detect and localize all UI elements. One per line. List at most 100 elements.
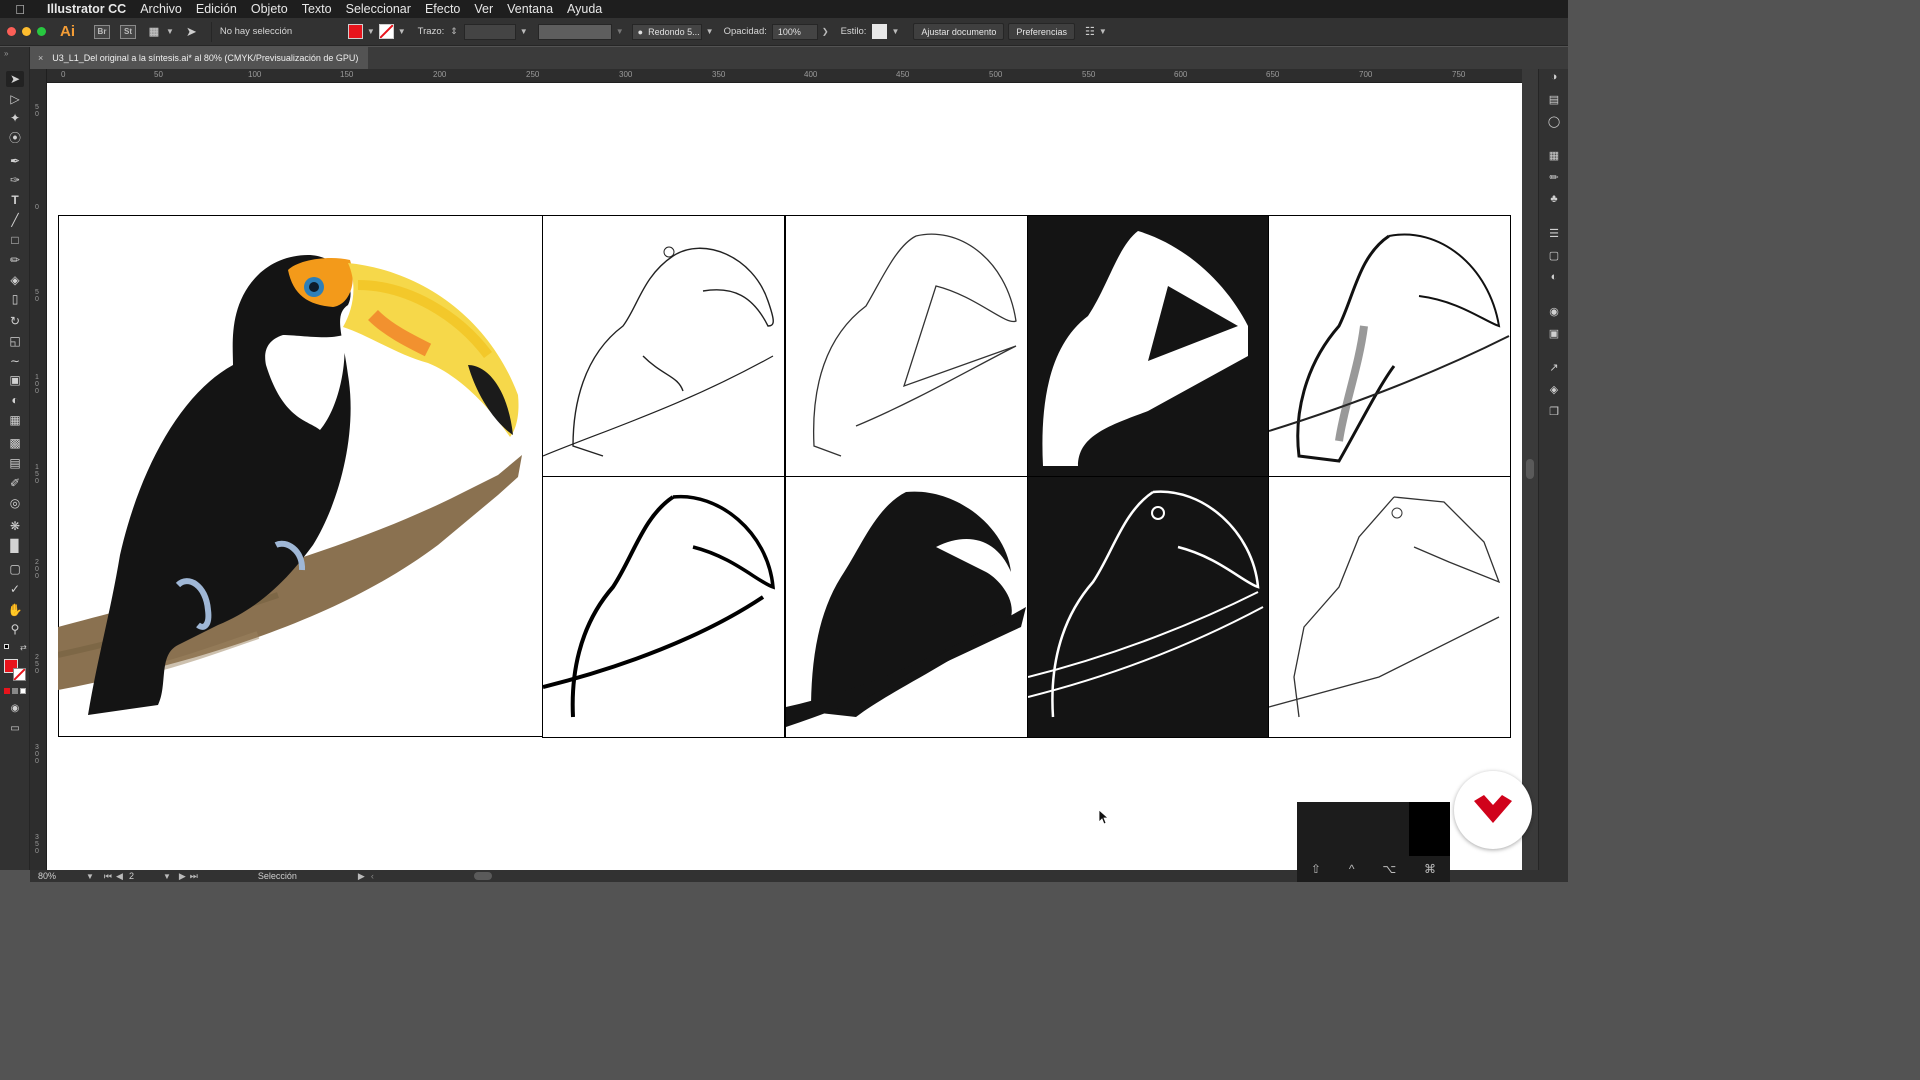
thumbnail-geometric-lines[interactable]	[1268, 476, 1511, 738]
fill-swatch[interactable]	[347, 24, 363, 39]
toucan-painting[interactable]	[58, 215, 543, 737]
stroke-stepper-icon[interactable]: ⇕	[450, 26, 458, 37]
zoom-tool-icon[interactable]: ⚲	[6, 621, 24, 637]
minimize-window-button[interactable]	[22, 27, 31, 36]
hand-tool-icon[interactable]: ✋	[6, 602, 24, 618]
zoom-chevron-icon[interactable]: ▼	[86, 872, 94, 881]
stock-button[interactable]: St	[120, 24, 136, 39]
rectangle-tool-icon[interactable]: □	[6, 232, 24, 248]
perspective-grid-tool-icon[interactable]: ▦	[6, 412, 24, 428]
collapse-panel-icon[interactable]: »	[4, 49, 8, 58]
lasso-tool-icon[interactable]: ⦿	[6, 130, 24, 146]
align-options-icon[interactable]: ☷	[1085, 25, 1095, 38]
scroll-left-icon[interactable]: ‹	[371, 871, 374, 881]
brush-chevron-icon[interactable]: ▼	[706, 27, 714, 36]
column-graph-tool-icon[interactable]: ▉	[6, 538, 24, 554]
thumbnail-white-on-black[interactable]	[1027, 476, 1269, 738]
thumbnail-solid-black[interactable]	[785, 476, 1028, 738]
color-guide-icon[interactable]: ◯	[1546, 113, 1562, 129]
zoom-level-field[interactable]: 80%	[38, 871, 82, 881]
appearance-icon[interactable]: ◉	[1546, 303, 1562, 319]
stroke-panel-icon[interactable]: ☰	[1546, 225, 1562, 241]
line-segment-tool-icon[interactable]: ╱	[6, 212, 24, 228]
menu-efecto[interactable]: Efecto	[418, 2, 467, 16]
document-tab[interactable]: × U3_L1_Del original a la síntesis.ai* a…	[30, 47, 369, 69]
fit-document-button[interactable]: Ajustar documento	[913, 23, 1005, 40]
opacity-expand-icon[interactable]: ❯	[822, 27, 829, 36]
stroke-color-box[interactable]	[13, 668, 26, 681]
status-menu-arrow-icon[interactable]: ▶	[358, 871, 365, 882]
magic-wand-tool-icon[interactable]: ✦	[6, 110, 24, 126]
menu-ventana[interactable]: Ventana	[500, 2, 560, 16]
arrange-documents-icon[interactable]: ▦	[146, 25, 162, 39]
stroke-weight-chevron-icon[interactable]: ▼	[520, 27, 528, 36]
vertical-scrollbar[interactable]	[1522, 69, 1538, 870]
chevron-down-icon[interactable]: ▼	[166, 27, 174, 36]
thumbnail-ink-shaded[interactable]	[1268, 215, 1511, 477]
menu-ver[interactable]: Ver	[467, 2, 500, 16]
profile-chevron-icon[interactable]: ▼	[616, 27, 624, 36]
mesh-tool-icon[interactable]: ▩	[6, 435, 24, 451]
symbol-sprayer-tool-icon[interactable]: ❋	[6, 518, 24, 534]
menu-app-name[interactable]: Illustrator CC	[40, 2, 133, 16]
swatches-icon[interactable]: ▦	[1546, 147, 1562, 163]
brushes-icon[interactable]: ✏	[1546, 169, 1562, 185]
gradient-tool-icon[interactable]: ▤	[6, 455, 24, 471]
menu-texto[interactable]: Texto	[295, 2, 339, 16]
selection-tool-icon[interactable]: ➤	[6, 71, 24, 87]
close-tab-icon[interactable]: ×	[38, 53, 43, 63]
style-chevron-icon[interactable]: ▼	[891, 27, 899, 36]
opacity-field[interactable]: 100%	[771, 23, 818, 40]
brush-definition-field[interactable]: ● Redondo 5...	[631, 23, 702, 40]
slice-tool-icon[interactable]: ✓	[6, 581, 24, 597]
blend-tool-icon[interactable]: ◎	[6, 495, 24, 511]
first-artboard-icon[interactable]: ⏮	[104, 871, 112, 882]
graphic-style-swatch[interactable]	[872, 24, 888, 39]
properties-icon[interactable]: ▤	[1546, 91, 1562, 107]
artboards-icon[interactable]: ❐	[1546, 403, 1562, 419]
scrollbar-thumb[interactable]	[1526, 459, 1534, 479]
type-tool-icon[interactable]: T	[6, 192, 24, 208]
menu-archivo[interactable]: Archivo	[133, 2, 189, 16]
shape-builder-tool-icon[interactable]: ◐	[6, 392, 24, 408]
close-window-button[interactable]	[7, 27, 16, 36]
scale-tool-icon[interactable]: ◱	[6, 333, 24, 349]
graphic-styles-icon[interactable]: ▣	[1546, 325, 1562, 341]
thumbnail-silhouette-outline[interactable]	[785, 215, 1028, 477]
variable-width-profile[interactable]	[537, 23, 612, 40]
libraries-icon[interactable]: ◑	[1546, 69, 1562, 85]
menu-objeto[interactable]: Objeto	[244, 2, 295, 16]
preferences-button[interactable]: Preferencias	[1008, 23, 1075, 40]
last-artboard-icon[interactable]: ⏭	[190, 871, 198, 882]
rotate-tool-icon[interactable]: ↻	[6, 313, 24, 329]
pen-tool-icon[interactable]: ✒	[6, 153, 24, 169]
previous-artboard-icon[interactable]: ◀	[116, 871, 123, 882]
thumbnail-bold-lines[interactable]	[542, 476, 785, 738]
default-colors-icon[interactable]	[4, 644, 9, 649]
swap-colors-icon[interactable]: ⇄	[20, 643, 27, 652]
export-icon[interactable]: ↗	[1546, 359, 1562, 375]
zoom-window-button[interactable]	[37, 27, 46, 36]
align-chevron-icon[interactable]: ▼	[1099, 27, 1107, 36]
symbols-icon[interactable]: ♣	[1546, 191, 1562, 207]
artboard-canvas[interactable]	[47, 83, 1522, 870]
thumbnail-silhouette-inverted[interactable]	[1027, 215, 1269, 477]
artboard-tool-icon[interactable]: ▢	[6, 561, 24, 577]
menu-edicion[interactable]: Edición	[189, 2, 244, 16]
horizontal-scrollbar-thumb[interactable]	[473, 872, 492, 880]
curvature-tool-icon[interactable]: ✑	[6, 172, 24, 188]
eraser-tool-icon[interactable]: ▯	[6, 291, 24, 307]
next-artboard-icon[interactable]: ▶	[179, 871, 186, 882]
paintbrush-tool-icon[interactable]: ✏	[6, 252, 24, 268]
layers-icon[interactable]: ◈	[1546, 381, 1562, 397]
stroke-dropdown-chevron-icon[interactable]: ▼	[398, 27, 406, 36]
fill-dropdown-chevron-icon[interactable]: ▼	[367, 27, 375, 36]
bridge-button[interactable]: Br	[94, 24, 110, 39]
stroke-swatch[interactable]	[378, 24, 394, 39]
draw-mode-icon[interactable]: ◉	[6, 701, 24, 717]
color-mode-icon[interactable]	[4, 688, 10, 694]
apple-icon[interactable]: 	[0, 2, 40, 17]
gradient-panel-icon[interactable]: ▢	[1546, 247, 1562, 263]
gradient-mode-icon[interactable]	[12, 688, 18, 694]
menu-ayuda[interactable]: Ayuda	[560, 2, 609, 16]
